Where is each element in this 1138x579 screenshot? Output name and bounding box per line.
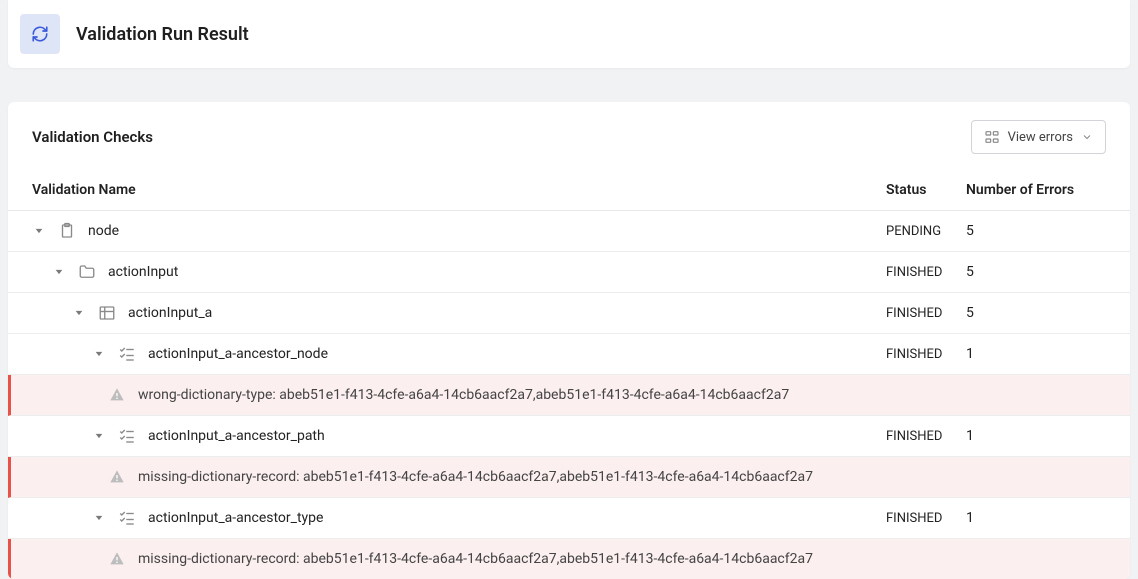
status-cell: FINISHED [886,511,966,526]
clipboard-icon [56,220,78,242]
row-label: actionInput_a [128,305,212,321]
warning-icon [106,466,128,488]
row-label: actionInput_a-ancestor_type [148,510,323,526]
col-header-name: Validation Name [32,182,886,198]
errors-cell: 1 [966,510,1106,526]
expander-icon[interactable] [92,347,106,361]
status-cell: PENDING [886,224,966,239]
view-errors-button[interactable]: View errors [971,120,1106,154]
error-row[interactable]: missing-dictionary-record: abeb51e1-f413… [8,457,1130,498]
row-label: actionInput [108,264,178,280]
tree-row-ancestor-type[interactable]: actionInput_a-ancestor_type FINISHED 1 [8,498,1130,539]
col-header-status: Status [886,182,966,198]
expander-icon[interactable] [92,429,106,443]
status-cell: FINISHED [886,306,966,321]
row-label: actionInput_a-ancestor_node [148,346,328,362]
error-label: missing-dictionary-record: abeb51e1-f413… [138,551,813,567]
tree-row-node[interactable]: node PENDING 5 [8,211,1130,252]
status-cell: FINISHED [886,429,966,444]
chevron-down-icon [1081,131,1093,143]
header-card: Validation Run Result [8,0,1130,68]
folder-icon [76,261,98,283]
errors-cell: 5 [966,305,1106,321]
status-cell: FINISHED [886,265,966,280]
checks-header: Validation Checks View errors [8,102,1130,170]
tree-row-actioninput[interactable]: actionInput FINISHED 5 [8,252,1130,293]
tree-row-ancestor-node[interactable]: actionInput_a-ancestor_node FINISHED 1 [8,334,1130,375]
errors-cell: 1 [966,428,1106,444]
col-header-errors: Number of Errors [966,182,1106,198]
checklist-icon [116,343,138,365]
checklist-icon [116,425,138,447]
view-errors-label: View errors [1008,130,1073,145]
error-label: missing-dictionary-record: abeb51e1-f413… [138,469,813,485]
expander-icon[interactable] [52,265,66,279]
checks-title: Validation Checks [32,128,153,146]
error-row[interactable]: missing-dictionary-record: abeb51e1-f413… [8,539,1130,579]
tree-row-actioninput-a[interactable]: actionInput_a FINISHED 5 [8,293,1130,334]
expander-icon[interactable] [32,224,46,238]
errors-cell: 1 [966,346,1106,362]
refresh-button[interactable] [20,14,60,54]
status-cell: FINISHED [886,347,966,362]
page-title: Validation Run Result [76,24,249,45]
error-label: wrong-dictionary-type: abeb51e1-f413-4cf… [138,387,789,403]
validation-checks-card: Validation Checks View errors Validation… [8,102,1130,579]
row-label: node [88,223,119,239]
errors-cell: 5 [966,223,1106,239]
error-row[interactable]: wrong-dictionary-type: abeb51e1-f413-4cf… [8,375,1130,416]
expander-icon[interactable] [92,511,106,525]
filter-icon [984,129,1000,145]
tree-row-ancestor-path[interactable]: actionInput_a-ancestor_path FINISHED 1 [8,416,1130,457]
warning-icon [106,548,128,570]
row-label: actionInput_a-ancestor_path [148,428,325,444]
refresh-icon [31,25,49,43]
checklist-icon [116,507,138,529]
warning-icon [106,384,128,406]
table-header: Validation Name Status Number of Errors [8,170,1130,211]
table-icon [96,302,118,324]
errors-cell: 5 [966,264,1106,280]
expander-icon[interactable] [72,306,86,320]
